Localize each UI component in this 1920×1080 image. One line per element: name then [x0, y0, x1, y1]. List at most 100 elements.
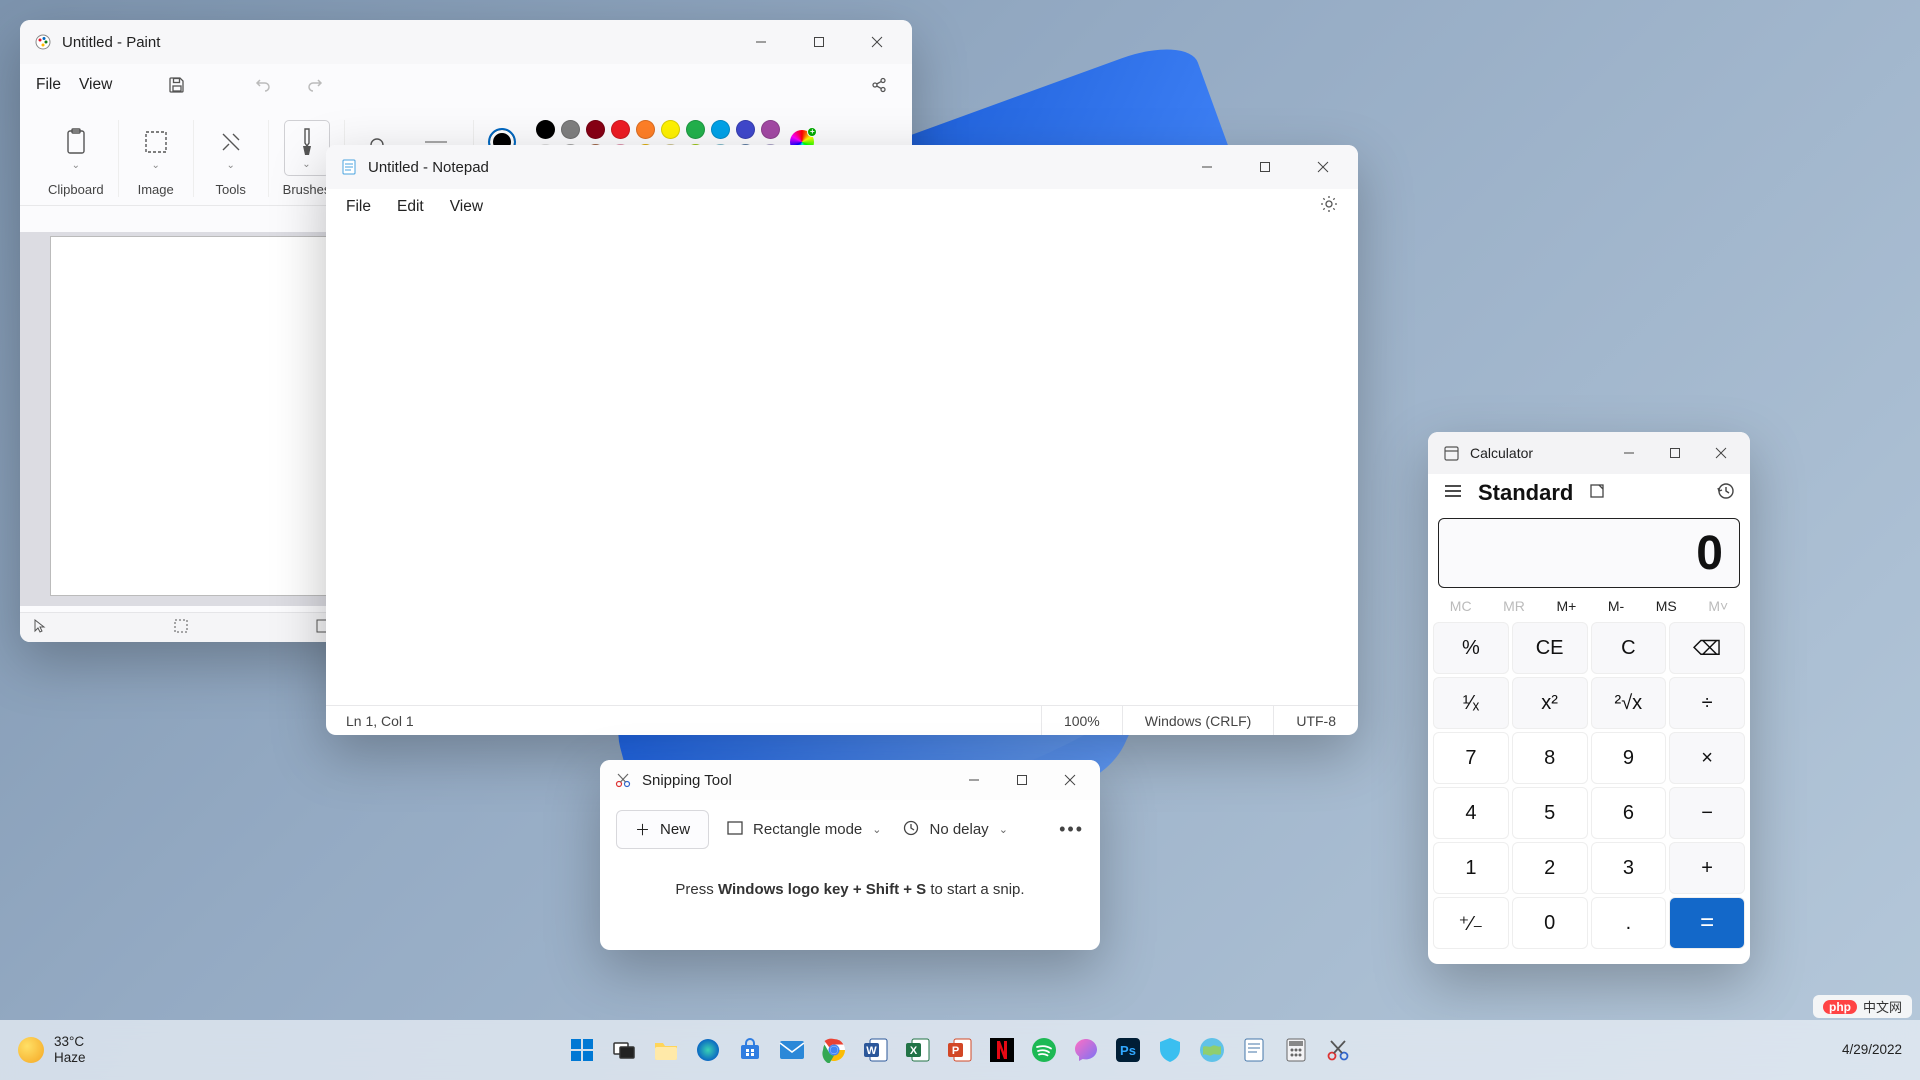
- paint-color-swatch[interactable]: [736, 120, 755, 139]
- paint-color-swatch[interactable]: [711, 120, 730, 139]
- calc-close-button[interactable]: [1698, 432, 1744, 474]
- snip-delay-dropdown[interactable]: No delay ⌄: [899, 814, 1011, 846]
- snip-more-button[interactable]: •••: [1059, 819, 1084, 840]
- taskbar-system-tray[interactable]: 4/29/2022: [1842, 1042, 1920, 1058]
- snip-minimize-button[interactable]: [950, 760, 998, 800]
- notepad-text-area[interactable]: [326, 241, 1358, 705]
- calc-keep-on-top-button[interactable]: [1589, 483, 1605, 504]
- paint-color-swatch[interactable]: [561, 120, 580, 139]
- calc-key-divide[interactable]: ÷: [1669, 677, 1745, 729]
- calc-key-square[interactable]: x²: [1512, 677, 1588, 729]
- calc-mminus[interactable]: M-: [1608, 598, 1624, 614]
- taskbar-photoshop[interactable]: Ps: [1111, 1033, 1145, 1067]
- paint-close-button[interactable]: [848, 20, 906, 64]
- calc-key-6[interactable]: 6: [1591, 787, 1667, 839]
- paint-maximize-button[interactable]: [790, 20, 848, 64]
- paint-clipboard-paste[interactable]: ⌄: [53, 120, 99, 176]
- calc-key-7[interactable]: 7: [1433, 732, 1509, 784]
- calc-key-5[interactable]: 5: [1512, 787, 1588, 839]
- paint-menu-view[interactable]: View: [79, 76, 112, 94]
- taskbar-calculator-pinned[interactable]: [1279, 1033, 1313, 1067]
- paint-color-swatch[interactable]: [586, 120, 605, 139]
- paint-share-button[interactable]: [862, 68, 896, 102]
- calc-key-c[interactable]: C: [1591, 622, 1667, 674]
- taskbar-mail[interactable]: [775, 1033, 809, 1067]
- calc-key-8[interactable]: 8: [1512, 732, 1588, 784]
- taskbar-powerpoint[interactable]: P: [943, 1033, 977, 1067]
- paint-tools-button[interactable]: ⌄: [208, 120, 254, 176]
- notepad-maximize-button[interactable]: [1236, 145, 1294, 189]
- calc-key-ce[interactable]: CE: [1512, 622, 1588, 674]
- taskbar-netflix[interactable]: [985, 1033, 1019, 1067]
- calc-menu-button[interactable]: [1444, 484, 1462, 503]
- notepad-titlebar[interactable]: Untitled - Notepad: [326, 145, 1358, 189]
- taskbar-security[interactable]: [1153, 1033, 1187, 1067]
- calc-key-multiply[interactable]: ×: [1669, 732, 1745, 784]
- paint-minimize-button[interactable]: [732, 20, 790, 64]
- paint-color-swatch[interactable]: [686, 120, 705, 139]
- taskbar-weather-widget[interactable]: 33°C Haze: [0, 1034, 86, 1065]
- taskbar-word[interactable]: W: [859, 1033, 893, 1067]
- calc-key-1[interactable]: 1: [1433, 842, 1509, 894]
- taskbar-excel[interactable]: X: [901, 1033, 935, 1067]
- calc-key-2[interactable]: 2: [1512, 842, 1588, 894]
- taskbar-notepad-pinned[interactable]: [1237, 1033, 1271, 1067]
- calc-history-button[interactable]: [1716, 482, 1734, 505]
- calc-key-percent[interactable]: %: [1433, 622, 1509, 674]
- calc-mplus[interactable]: M+: [1556, 598, 1576, 614]
- calc-maximize-button[interactable]: [1652, 432, 1698, 474]
- paint-canvas[interactable]: [50, 236, 340, 596]
- calc-key-sqrt[interactable]: ²√x: [1591, 677, 1667, 729]
- paint-titlebar[interactable]: Untitled - Paint: [20, 20, 912, 64]
- paint-color-swatch[interactable]: [636, 120, 655, 139]
- paint-menu-file[interactable]: File: [36, 76, 61, 94]
- calc-ms[interactable]: MS: [1656, 598, 1677, 614]
- calc-key-equals[interactable]: =: [1669, 897, 1745, 949]
- snip-titlebar[interactable]: Snipping Tool: [600, 760, 1100, 800]
- taskbar-start-button[interactable]: [565, 1033, 599, 1067]
- taskbar-maps[interactable]: [1195, 1033, 1229, 1067]
- calc-key-add[interactable]: +: [1669, 842, 1745, 894]
- calc-key-3[interactable]: 3: [1591, 842, 1667, 894]
- paint-color-swatch[interactable]: [661, 120, 680, 139]
- snip-new-button[interactable]: ＋ New: [616, 810, 709, 849]
- notepad-menu-view[interactable]: View: [450, 198, 483, 216]
- calc-key-decimal[interactable]: .: [1591, 897, 1667, 949]
- snip-mode-dropdown[interactable]: Rectangle mode ⌄: [723, 815, 885, 845]
- paint-redo-button[interactable]: [298, 68, 332, 102]
- paint-brushes-button[interactable]: ⌄: [284, 120, 330, 176]
- calc-mc[interactable]: MC: [1450, 598, 1472, 614]
- taskbar-edge[interactable]: [691, 1033, 725, 1067]
- calc-key-0[interactable]: 0: [1512, 897, 1588, 949]
- calc-key-backspace[interactable]: ⌫: [1669, 622, 1745, 674]
- calc-mv[interactable]: M˅: [1708, 598, 1728, 614]
- calc-key-negate[interactable]: ⁺⁄₋: [1433, 897, 1509, 949]
- calc-key-4[interactable]: 4: [1433, 787, 1509, 839]
- taskbar-task-view[interactable]: [607, 1033, 641, 1067]
- calc-key-subtract[interactable]: −: [1669, 787, 1745, 839]
- taskbar-chrome[interactable]: [817, 1033, 851, 1067]
- calc-key-inverse[interactable]: ¹⁄ₓ: [1433, 677, 1509, 729]
- snip-maximize-button[interactable]: [998, 760, 1046, 800]
- taskbar-explorer[interactable]: [649, 1033, 683, 1067]
- taskbar-store[interactable]: [733, 1033, 767, 1067]
- paint-undo-button[interactable]: [246, 68, 280, 102]
- taskbar-snipping-pinned[interactable]: [1321, 1033, 1355, 1067]
- taskbar-spotify[interactable]: [1027, 1033, 1061, 1067]
- notepad-minimize-button[interactable]: [1178, 145, 1236, 189]
- notepad-menu-edit[interactable]: Edit: [397, 198, 424, 216]
- notepad-menu-file[interactable]: File: [346, 198, 371, 216]
- notepad-settings-button[interactable]: [1320, 195, 1338, 218]
- paint-save-button[interactable]: [160, 68, 194, 102]
- calc-mr[interactable]: MR: [1503, 598, 1525, 614]
- paint-color-swatch[interactable]: [536, 120, 555, 139]
- paint-image-select[interactable]: ⌄: [133, 120, 179, 176]
- notepad-close-button[interactable]: [1294, 145, 1352, 189]
- calc-minimize-button[interactable]: [1606, 432, 1652, 474]
- snip-close-button[interactable]: [1046, 760, 1094, 800]
- calc-key-9[interactable]: 9: [1591, 732, 1667, 784]
- paint-color-swatch[interactable]: [761, 120, 780, 139]
- taskbar-messenger[interactable]: [1069, 1033, 1103, 1067]
- calc-titlebar[interactable]: Calculator: [1428, 432, 1750, 474]
- paint-color-swatch[interactable]: [611, 120, 630, 139]
